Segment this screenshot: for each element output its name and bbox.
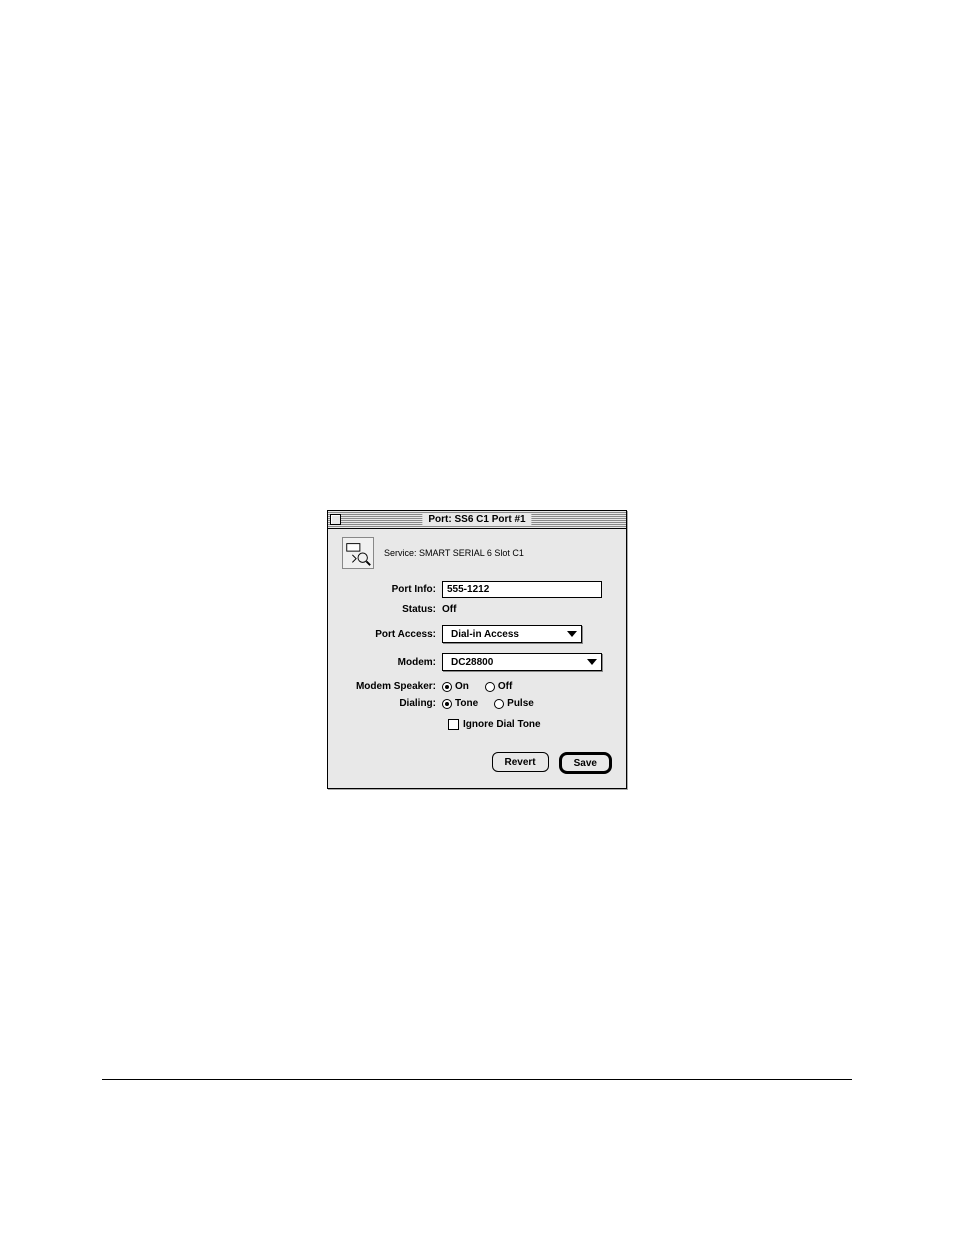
service-text: Service: SMART SERIAL 6 Slot C1 bbox=[384, 548, 524, 558]
window-title: Port: SS6 C1 Port #1 bbox=[422, 514, 531, 525]
radio-icon bbox=[442, 682, 452, 692]
radio-icon bbox=[494, 699, 504, 709]
row-port-access: Port Access: Dial-in Access bbox=[342, 625, 612, 643]
page-footer-rule bbox=[102, 1079, 852, 1080]
button-row: Revert Save bbox=[342, 752, 612, 774]
port-access-label: Port Access: bbox=[342, 629, 442, 640]
save-button[interactable]: Save bbox=[559, 752, 612, 774]
modem-speaker-label: Modem Speaker: bbox=[342, 681, 442, 692]
modem-label: Modem: bbox=[342, 657, 442, 668]
dialing-pulse-radio[interactable]: Pulse bbox=[494, 698, 534, 709]
checkbox-icon bbox=[448, 719, 459, 730]
service-label: Service: bbox=[384, 548, 417, 558]
port-access-value: Dial-in Access bbox=[451, 629, 519, 640]
service-value: SMART SERIAL 6 Slot C1 bbox=[419, 548, 524, 558]
row-dialing: Dialing: Tone Pulse bbox=[342, 698, 612, 709]
dialing-tone-label: Tone bbox=[455, 698, 478, 709]
revert-button[interactable]: Revert bbox=[492, 752, 549, 772]
speaker-on-radio[interactable]: On bbox=[442, 681, 469, 692]
radio-icon bbox=[442, 699, 452, 709]
status-label: Status: bbox=[342, 604, 442, 615]
chevron-down-icon bbox=[587, 659, 597, 665]
row-status: Status: Off bbox=[342, 604, 612, 615]
speaker-on-label: On bbox=[455, 681, 469, 692]
service-icon bbox=[342, 537, 374, 569]
window-content: Service: SMART SERIAL 6 Slot C1 Port Inf… bbox=[328, 529, 626, 788]
speaker-off-label: Off bbox=[498, 681, 512, 692]
speaker-radio-group: On Off bbox=[442, 681, 512, 692]
port-access-dropdown[interactable]: Dial-in Access bbox=[442, 625, 582, 643]
dialing-radio-group: Tone Pulse bbox=[442, 698, 534, 709]
modem-dropdown[interactable]: DC28800 bbox=[442, 653, 602, 671]
row-modem-speaker: Modem Speaker: On Off bbox=[342, 681, 612, 692]
port-info-label: Port Info: bbox=[342, 584, 442, 595]
row-port-info: Port Info: bbox=[342, 581, 612, 598]
modem-value: DC28800 bbox=[451, 657, 493, 668]
dialing-pulse-label: Pulse bbox=[507, 698, 534, 709]
row-modem: Modem: DC28800 bbox=[342, 653, 612, 671]
service-header: Service: SMART SERIAL 6 Slot C1 bbox=[342, 537, 612, 581]
close-box-icon[interactable] bbox=[330, 514, 341, 525]
speaker-off-radio[interactable]: Off bbox=[485, 681, 512, 692]
chevron-down-icon bbox=[567, 631, 577, 637]
dialing-label: Dialing: bbox=[342, 698, 442, 709]
ignore-dial-tone-checkbox[interactable]: Ignore Dial Tone bbox=[448, 719, 612, 730]
dialing-tone-radio[interactable]: Tone bbox=[442, 698, 478, 709]
status-value: Off bbox=[442, 604, 456, 615]
port-settings-window: Port: SS6 C1 Port #1 Service: SMART SERI… bbox=[327, 510, 627, 789]
radio-icon bbox=[485, 682, 495, 692]
ignore-dial-tone-label: Ignore Dial Tone bbox=[463, 719, 541, 730]
window-title-bar[interactable]: Port: SS6 C1 Port #1 bbox=[328, 511, 626, 529]
port-info-input[interactable] bbox=[442, 581, 602, 598]
